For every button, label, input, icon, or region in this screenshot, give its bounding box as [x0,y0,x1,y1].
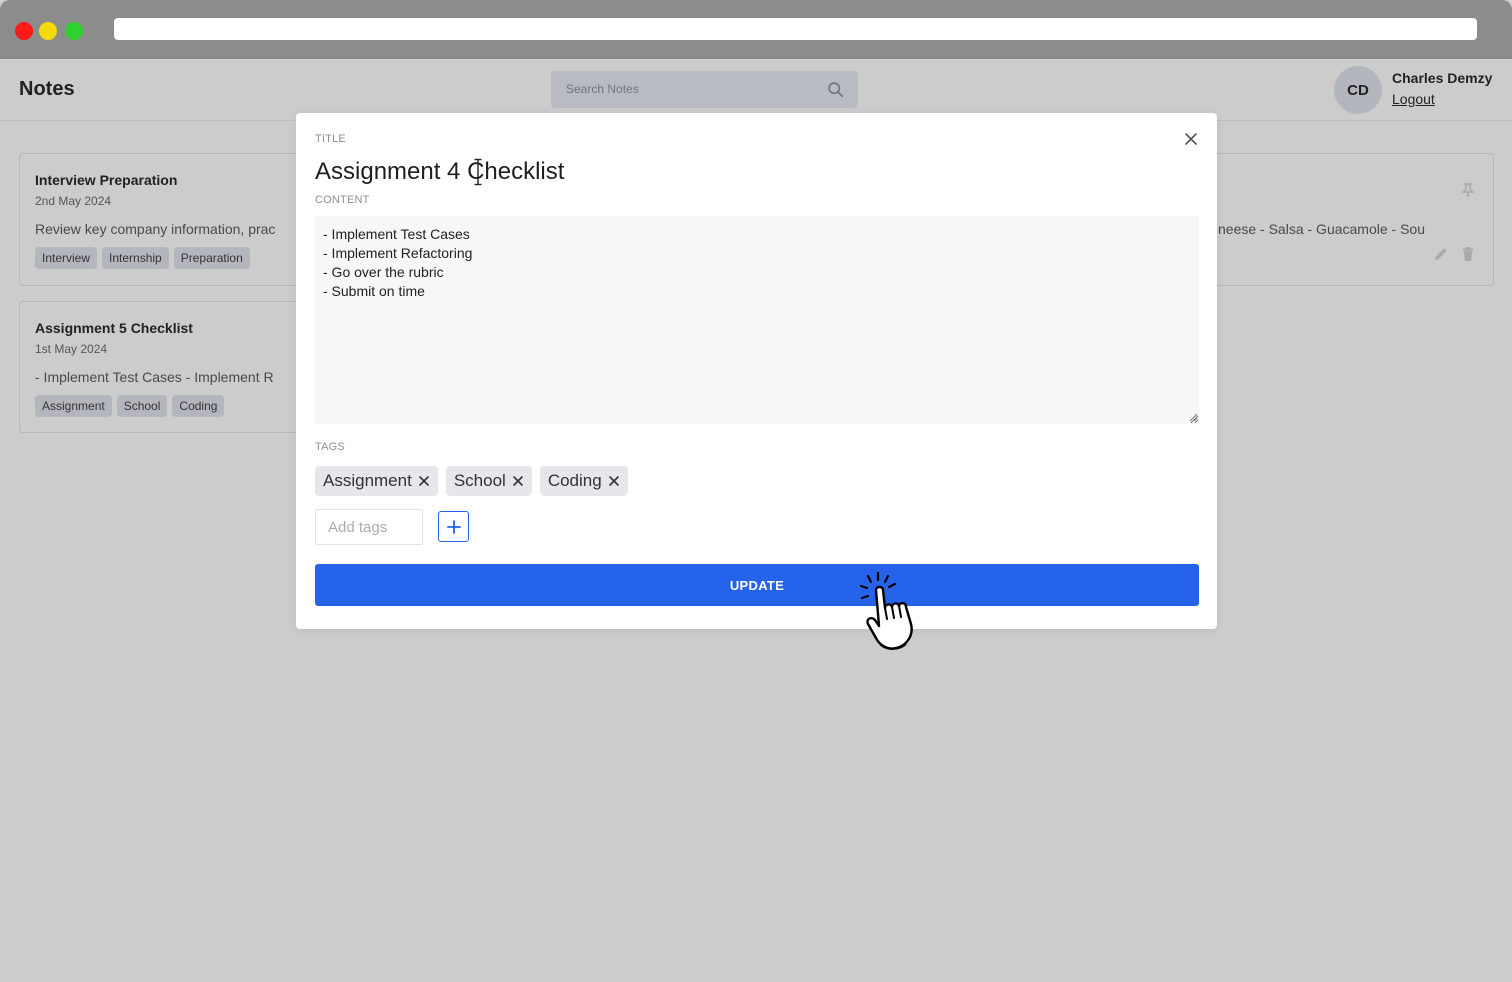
close-icon[interactable] [1183,131,1199,147]
search-icon[interactable] [827,81,844,98]
note-tag: Coding [172,395,225,417]
note-card[interactable]: Assignment 5 Checklist 1st May 2024 - Im… [19,301,319,433]
remove-tag-icon[interactable] [512,475,524,487]
content-textarea[interactable]: - Implement Test Cases - Implement Refac… [315,216,1199,424]
title-input[interactable] [315,155,1195,189]
tag-chip: Assignment [315,466,438,496]
remove-tag-icon[interactable] [608,475,620,487]
note-tag: School [116,395,168,417]
search-input[interactable]: Search Notes [566,82,639,96]
note-title: Assignment 5 Checklist [35,320,193,336]
update-button[interactable]: UPDATE [315,564,1199,606]
window-close-dot[interactable] [15,22,33,40]
note-tag: Preparation [173,247,250,269]
browser-chrome [0,0,1512,59]
add-tags-input[interactable] [315,509,423,545]
pin-icon[interactable] [1460,182,1476,198]
tag-label: School [453,471,506,490]
app-title: Notes [19,78,75,100]
note-tag: Assignment [35,395,112,417]
tag-label: Coding [547,471,602,490]
remove-tag-icon[interactable] [418,475,430,487]
app-header: Notes Search Notes CD Charles Demzy Logo… [0,59,1512,121]
window-maximize-dot[interactable] [65,22,83,40]
tag-list: Assignment School Coding [315,466,628,496]
note-date: 1st May 2024 [35,342,108,356]
text-cursor-icon [474,158,482,186]
address-bar[interactable] [114,18,1477,40]
tag-chip: School [445,466,532,496]
title-label: TITLE [315,133,346,145]
window-minimize-dot[interactable] [39,22,57,40]
note-content: neese - Salsa - Guacamole - Sou [1218,221,1425,237]
note-tag: Interview [35,247,98,269]
resize-grip-icon[interactable] [1189,413,1198,422]
avatar: CD [1334,66,1382,114]
user-name: Charles Demzy [1392,70,1493,86]
note-date: 2nd May 2024 [35,194,112,208]
tags-label: TAGS [315,441,345,453]
add-tag-button[interactable] [438,511,469,542]
edit-icon[interactable] [1433,246,1449,262]
tag-chip: Coding [539,466,628,496]
tag-label: Assignment [323,471,412,490]
note-content: Review key company information, prac [35,221,276,237]
content-label: CONTENT [315,194,370,206]
plus-icon [446,519,461,534]
edit-note-modal: TITLE CONTENT - Implement Test Cases - I… [296,113,1217,629]
note-title: Interview Preparation [35,172,178,188]
logout-link[interactable]: Logout [1392,91,1435,107]
note-content: - Implement Test Cases - Implement R [35,369,274,385]
delete-icon[interactable] [1460,246,1476,262]
note-tag: Internship [102,247,169,269]
search-box[interactable]: Search Notes [551,71,858,108]
